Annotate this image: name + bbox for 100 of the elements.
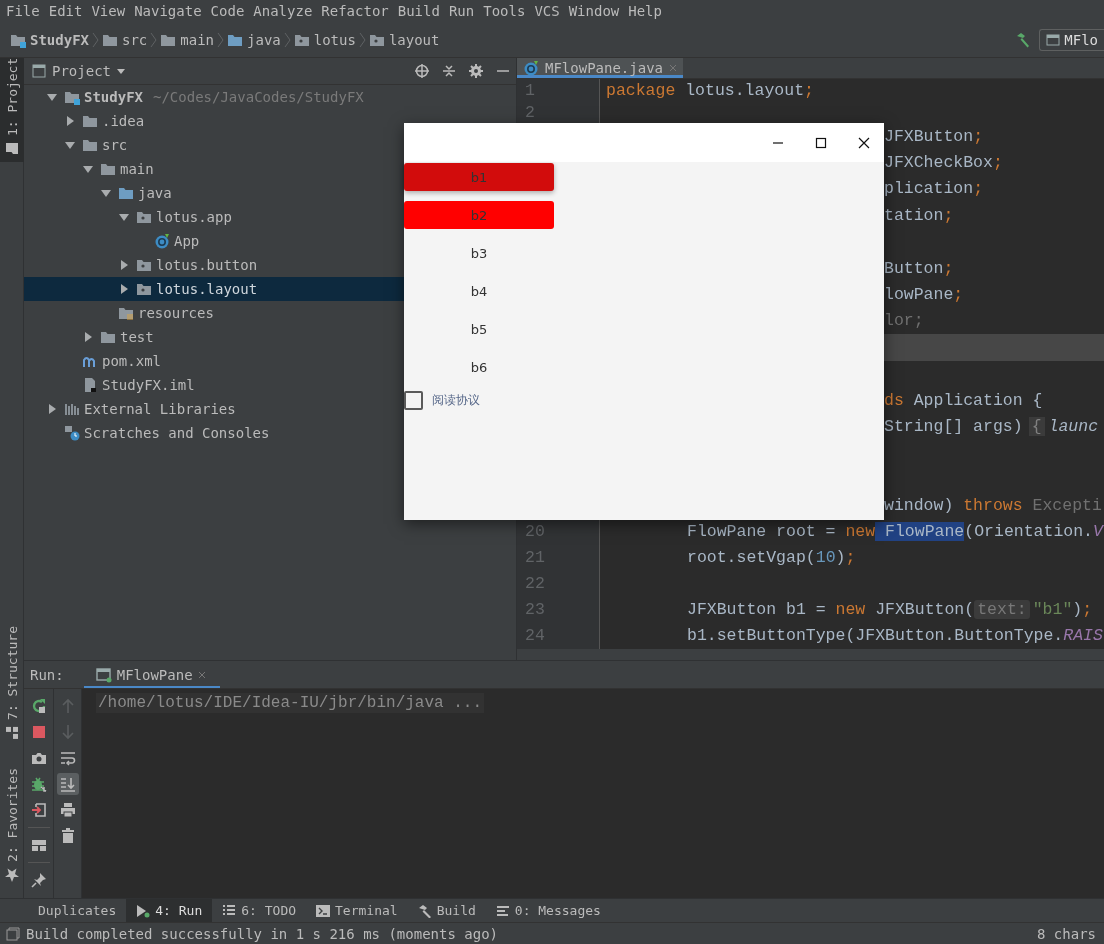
menu-item[interactable]: Analyze (253, 3, 319, 19)
tool-window-tab[interactable]: 4: Run (126, 898, 213, 923)
camera-icon[interactable] (30, 750, 47, 766)
tool-window-tab[interactable]: 1: Project (0, 58, 24, 162)
tree-item[interactable]: .idea (24, 109, 516, 133)
arrow-down-icon[interactable] (64, 139, 76, 151)
breadcrumb[interactable]: main (160, 31, 215, 48)
chevron-icon (150, 31, 158, 48)
chevron-icon (92, 31, 99, 48)
arrow-down-icon[interactable] (100, 187, 112, 199)
tool-window-tab[interactable]: Terminal (306, 898, 408, 923)
selection-info: 8 chars (1037, 925, 1096, 942)
folder-icon (82, 137, 98, 153)
tree-item[interactable]: src (24, 133, 516, 157)
tree-item[interactable]: StudyFX ~/Codes/JavaCodes/StudyFX (24, 85, 516, 109)
target-icon[interactable] (415, 64, 429, 78)
menu-item[interactable]: Help (628, 3, 668, 19)
breadcrumb[interactable]: lotus (293, 31, 356, 48)
breadcrumb[interactable]: StudyFX (10, 31, 89, 48)
module-icon (64, 89, 80, 105)
scroll-end-icon[interactable] (59, 776, 76, 792)
folder-icon (100, 161, 116, 177)
close-icon[interactable] (858, 136, 870, 149)
library-icon (64, 401, 80, 417)
menu-item[interactable]: Code (210, 3, 251, 19)
trash-icon[interactable] (59, 828, 76, 844)
code-line: FlowPane root = new FlowPane(Orientation.V (687, 522, 1103, 542)
layout-icon[interactable] (30, 837, 47, 853)
chevron-icon (358, 31, 366, 48)
collapse-icon[interactable] (442, 64, 456, 78)
breadcrumb[interactable]: java (227, 31, 281, 48)
editor-tab[interactable]: MFlowPane.java (517, 58, 683, 78)
arrow-right-icon[interactable] (46, 403, 58, 415)
path-hint: ~/Codes/JavaCodes/StudyFX (153, 89, 364, 105)
structure-icon (5, 726, 19, 741)
menu-item[interactable]: Navigate (134, 3, 208, 19)
checkbox-label[interactable]: 阅读协议 (432, 392, 480, 409)
code-line: Button; (884, 258, 954, 278)
arrow-right-icon[interactable] (82, 331, 94, 343)
button[interactable]: b6 (404, 353, 554, 381)
arrow-right-icon[interactable] (118, 259, 130, 271)
arrow-down-icon[interactable] (118, 211, 130, 223)
button[interactable]: b3 (404, 239, 554, 267)
menu-item[interactable]: Refactor (321, 3, 395, 19)
folder-icon (5, 142, 19, 156)
list-icon (222, 903, 237, 918)
maximize-icon[interactable] (815, 136, 827, 149)
print-icon[interactable] (59, 802, 76, 818)
tool-window-tab[interactable]: 0: Messages (485, 898, 611, 923)
folder-icon (100, 329, 116, 345)
window-icon[interactable] (6, 926, 20, 941)
hammer-icon[interactable] (1015, 31, 1032, 48)
tool-window-tab[interactable]: 7: Structure (0, 620, 24, 747)
arrow-right-icon[interactable] (64, 115, 76, 127)
code-line: b1.setButtonType(JFXButton.ButtonType.RAIS (687, 626, 1103, 646)
tool-window-tab[interactable]: 6: TODO (212, 898, 307, 923)
package-icon (136, 281, 152, 297)
run-config-dropdown[interactable]: MFlo (1039, 28, 1104, 51)
resources-icon (118, 305, 134, 321)
button[interactable]: b2 (404, 201, 554, 229)
tool-window-tab[interactable]: Build (407, 898, 486, 923)
code-line: lor; (884, 311, 924, 331)
menu-item[interactable]: File (6, 3, 46, 19)
code-line: JFXCheckBox; (884, 153, 1003, 173)
code-line: JFXButton; (884, 126, 984, 146)
messages-icon (495, 903, 510, 918)
bug-icon[interactable] (30, 776, 47, 792)
menu-item[interactable]: Run (448, 3, 481, 19)
menu-item[interactable]: Edit (48, 3, 89, 19)
file-icon (82, 377, 98, 393)
pin-icon[interactable] (30, 872, 47, 888)
arrow-down-icon[interactable] (46, 91, 58, 103)
code-line: ds Application { (884, 390, 1043, 410)
tool-window-tab[interactable]: Duplicates (28, 898, 127, 923)
view-selector[interactable]: Project (32, 63, 125, 79)
settings-icon[interactable] (469, 64, 483, 78)
folder-icon (82, 113, 98, 129)
menu-item[interactable]: Tools (483, 3, 532, 19)
wrap-icon[interactable] (59, 750, 76, 766)
run-label: Run: (30, 666, 64, 683)
status-message: Build completed successfully in 1 s 216 ms (moments ago) (26, 925, 499, 942)
code-line: window) throws Excepti (884, 496, 1102, 516)
checkbox[interactable] (404, 391, 423, 410)
run-tab[interactable]: MFlowPane (83, 661, 220, 688)
arrow-down-icon[interactable] (82, 163, 94, 175)
menu-item[interactable]: Build (397, 3, 446, 19)
tree-item[interactable]: Scratches and Consoles (24, 421, 516, 445)
chevron-icon (217, 31, 225, 48)
tool-window-tab[interactable]: 2: Favorites (0, 762, 24, 888)
menu-item[interactable]: VCS (534, 3, 566, 19)
class-icon (154, 233, 170, 249)
breadcrumb[interactable]: layout (368, 31, 440, 48)
stop-icon[interactable] (30, 724, 47, 740)
menu-item[interactable]: View (91, 3, 132, 19)
exit-icon[interactable] (30, 802, 47, 818)
breadcrumb[interactable]: src (102, 31, 148, 48)
star-icon (5, 868, 19, 882)
rerun-icon[interactable] (30, 698, 47, 714)
arrow-right-icon[interactable] (118, 283, 130, 295)
menu-item[interactable]: Window (568, 3, 626, 19)
